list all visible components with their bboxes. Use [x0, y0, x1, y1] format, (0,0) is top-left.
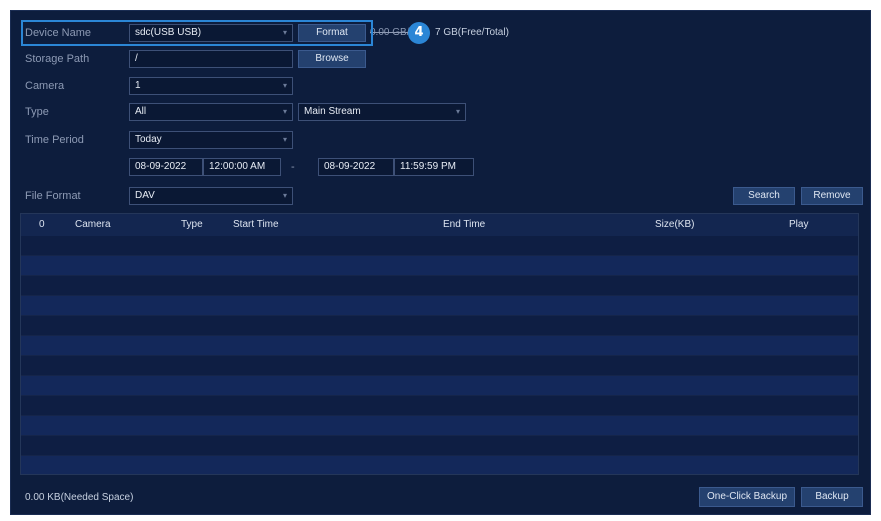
- remove-button[interactable]: Remove: [801, 187, 863, 205]
- start-time-value: 12:00:00 AM: [209, 161, 266, 172]
- chevron-down-icon: ▾: [282, 191, 287, 200]
- time-period-value: Today: [135, 134, 162, 145]
- date-range-separator: -: [291, 161, 295, 173]
- search-button[interactable]: Search: [733, 187, 795, 205]
- end-date-field[interactable]: 08-09-2022: [318, 158, 394, 176]
- table-row[interactable]: [21, 356, 858, 376]
- column-header-camera[interactable]: Camera: [75, 214, 111, 236]
- table-row[interactable]: [21, 336, 858, 356]
- time-period-select[interactable]: Today ▾: [129, 131, 293, 149]
- table-row[interactable]: [21, 376, 858, 396]
- column-header-play[interactable]: Play: [789, 214, 808, 236]
- end-date-value: 08-09-2022: [324, 161, 376, 172]
- type-label: Type: [25, 106, 49, 118]
- one-click-backup-button[interactable]: One-Click Backup: [699, 487, 795, 507]
- file-table: 0 Camera Type Start Time End Time Size(K…: [20, 213, 859, 475]
- column-header-start-time[interactable]: Start Time: [233, 214, 279, 236]
- file-format-value: DAV: [135, 190, 155, 201]
- end-time-field[interactable]: 11:59:59 PM: [394, 158, 474, 176]
- chevron-down-icon: ▾: [455, 107, 460, 116]
- table-row[interactable]: [21, 236, 858, 256]
- needed-space-text: 0.00 KB(Needed Space): [25, 492, 134, 503]
- storage-path-value: /: [135, 53, 138, 64]
- table-row[interactable]: [21, 416, 858, 436]
- camera-select[interactable]: 1 ▾: [129, 77, 293, 95]
- chevron-down-icon: ▾: [282, 107, 287, 116]
- table-row[interactable]: [21, 396, 858, 416]
- browse-button[interactable]: Browse: [298, 50, 366, 68]
- capacity-text: 0.00 GB/: [370, 27, 410, 38]
- column-header-size[interactable]: Size(KB): [655, 214, 694, 236]
- table-row[interactable]: [21, 296, 858, 316]
- storage-path-field[interactable]: /: [129, 50, 293, 68]
- start-time-field[interactable]: 12:00:00 AM: [203, 158, 281, 176]
- table-row[interactable]: [21, 456, 858, 474]
- storage-path-label: Storage Path: [25, 53, 90, 65]
- file-format-select[interactable]: DAV ▾: [129, 187, 293, 205]
- time-period-label: Time Period: [25, 134, 84, 146]
- table-row[interactable]: [21, 276, 858, 296]
- column-header-type[interactable]: Type: [181, 214, 203, 236]
- file-format-label: File Format: [25, 190, 81, 202]
- end-time-value: 11:59:59 PM: [400, 161, 456, 172]
- column-header-index[interactable]: 0: [39, 214, 45, 236]
- device-name-highlight: [21, 20, 373, 46]
- table-body: [21, 236, 858, 474]
- chevron-down-icon: ▾: [282, 135, 287, 144]
- backup-button[interactable]: Backup: [801, 487, 863, 507]
- stream-select[interactable]: Main Stream ▾: [298, 103, 466, 121]
- camera-label: Camera: [25, 80, 65, 92]
- table-row[interactable]: [21, 436, 858, 456]
- stream-value: Main Stream: [304, 106, 361, 117]
- callout-badge: 4: [408, 22, 430, 44]
- table-row[interactable]: [21, 316, 858, 336]
- type-value: All: [135, 106, 147, 117]
- camera-value: 1: [135, 80, 141, 91]
- table-header: 0 Camera Type Start Time End Time Size(K…: [21, 214, 858, 236]
- table-row[interactable]: [21, 256, 858, 276]
- start-date-value: 08-09-2022: [135, 161, 187, 172]
- start-date-field[interactable]: 08-09-2022: [129, 158, 203, 176]
- chevron-down-icon: ▾: [282, 81, 287, 90]
- column-header-end-time[interactable]: End Time: [443, 214, 485, 236]
- type-select[interactable]: All ▾: [129, 103, 293, 121]
- capacity-total-text: 7 GB(Free/Total): [435, 27, 509, 38]
